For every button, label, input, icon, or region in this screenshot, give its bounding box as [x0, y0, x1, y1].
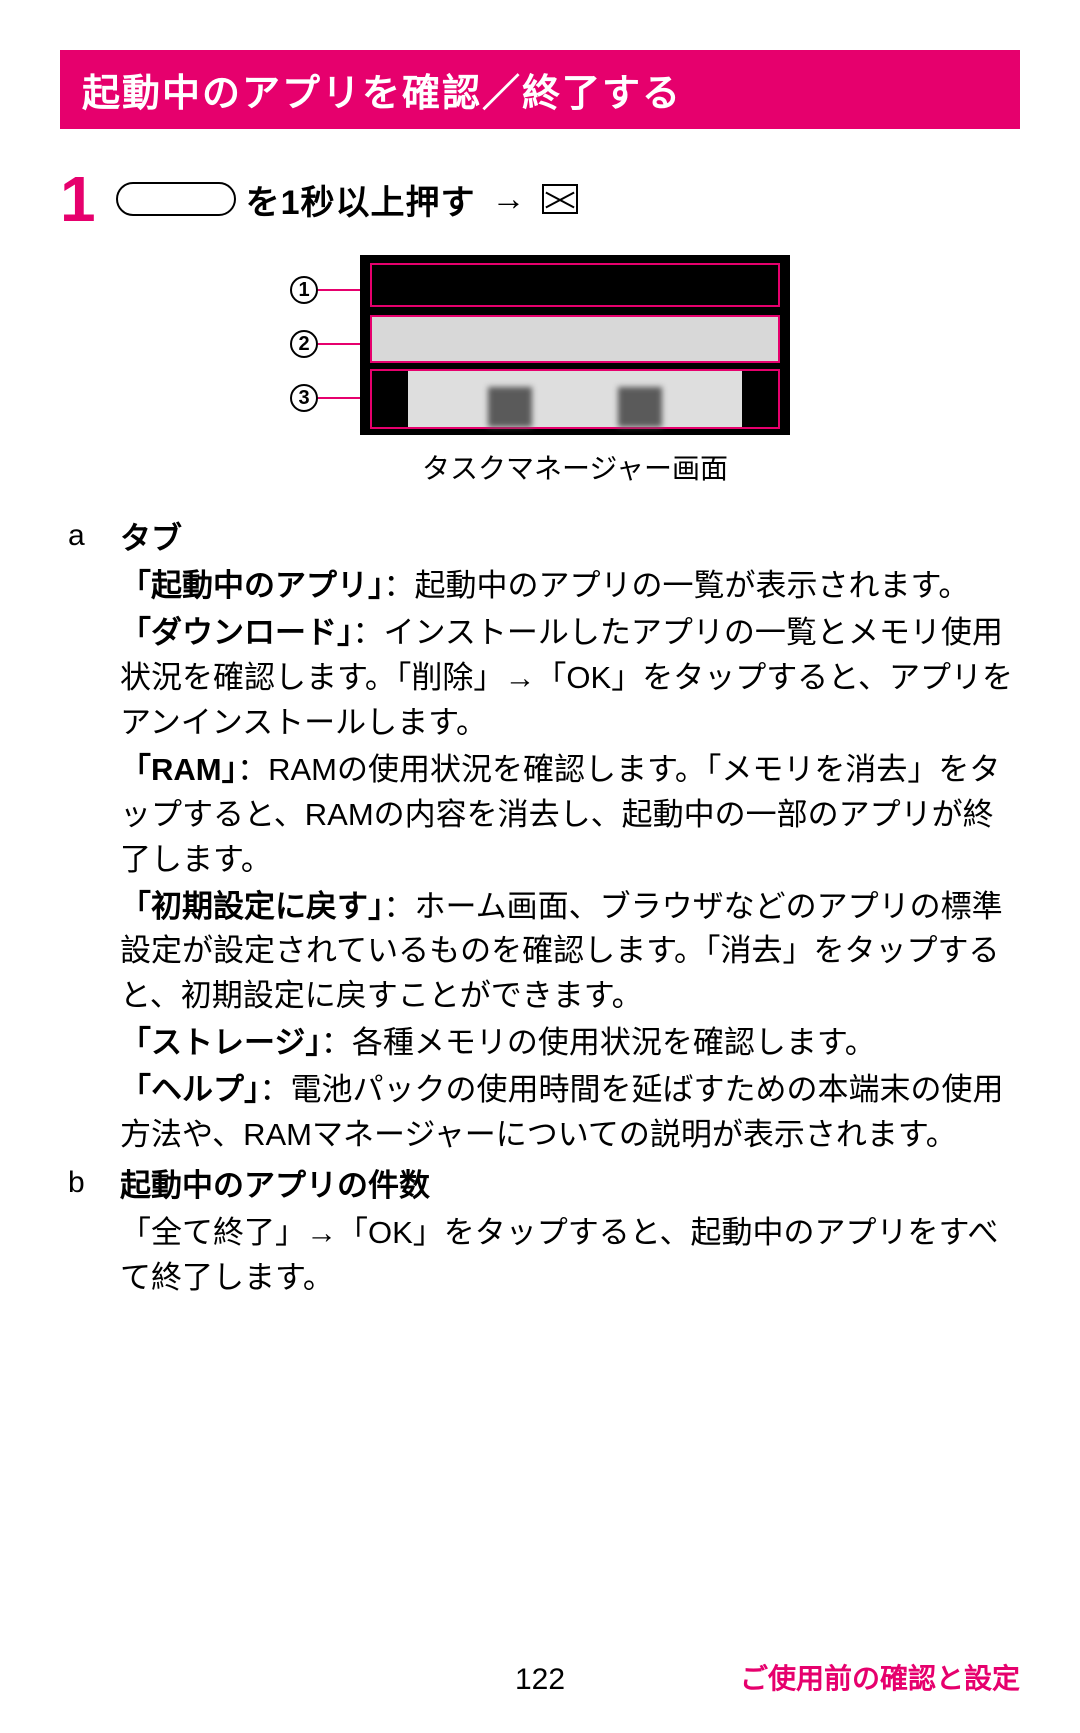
tab-ram: 「RAM」：RAMの使用状況を確認します。「メモリを消去」をタップすると、RAM…	[120, 748, 1016, 883]
callout-1: 1	[290, 263, 360, 317]
item-letter-a: a	[68, 517, 120, 1160]
section-title: 起動中のアプリを確認／終了する	[60, 50, 1020, 129]
tab-download: 「ダウンロード」：インストールしたアプリの一覧とメモリ使用状況を確認します。「削…	[120, 611, 1016, 746]
item-b-title: 起動中のアプリの件数	[120, 1164, 1016, 1209]
item-b-text: 「全て終了」→「OK」をタップすると、起動中のアプリをすべて終了します。	[120, 1211, 1016, 1301]
callout-3: 3	[290, 371, 360, 425]
screen-illustration	[360, 255, 790, 435]
leader-line	[318, 289, 360, 291]
footer-section-label: ご使用前の確認と設定	[740, 1657, 1020, 1697]
leader-line	[318, 343, 360, 345]
leader-line	[318, 397, 360, 399]
description-item-b: b 起動中のアプリの件数 「全て終了」→「OK」をタップすると、起動中のアプリを…	[68, 1164, 1016, 1303]
home-button-icon	[116, 182, 236, 216]
region-2	[370, 315, 780, 363]
callout-2: 2	[290, 317, 360, 371]
circled-number-2: 2	[290, 330, 318, 358]
task-manager-icon	[542, 184, 578, 214]
circled-number-3: 3	[290, 384, 318, 412]
step-1-row: 1 を1秒以上押す →	[60, 167, 1020, 231]
tab-running-apps: 「起動中のアプリ」：起動中のアプリの一覧が表示されます。	[120, 564, 1016, 609]
item-letter-b: b	[68, 1164, 120, 1303]
region-1	[370, 263, 780, 307]
page-number: 122	[515, 1663, 565, 1697]
step-text: を1秒以上押す	[246, 175, 476, 224]
screen-diagram: 1 2 3	[290, 255, 790, 487]
arrow-icon: →	[492, 180, 526, 219]
tab-storage: 「ストレージ」：各種メモリの使用状況を確認します。	[120, 1021, 1016, 1066]
tab-help: 「ヘルプ」：電池パックの使用時間を延ばすための本端末の使用方法や、RAMマネージ…	[120, 1068, 1016, 1158]
region-3	[370, 369, 780, 429]
diagram-caption: タスクマネージャー画面	[360, 447, 790, 487]
step-number: 1	[60, 167, 96, 231]
item-a-title: タブ	[120, 517, 1016, 562]
page-footer: 122 ご使用前の確認と設定	[0, 1663, 1080, 1697]
description-item-a: a タブ 「起動中のアプリ」：起動中のアプリの一覧が表示されます。 「ダウンロー…	[68, 517, 1016, 1160]
tab-reset: 「初期設定に戻す」：ホーム画面、ブラウザなどのアプリの標準設定が設定されているも…	[120, 885, 1016, 1020]
circled-number-1: 1	[290, 276, 318, 304]
